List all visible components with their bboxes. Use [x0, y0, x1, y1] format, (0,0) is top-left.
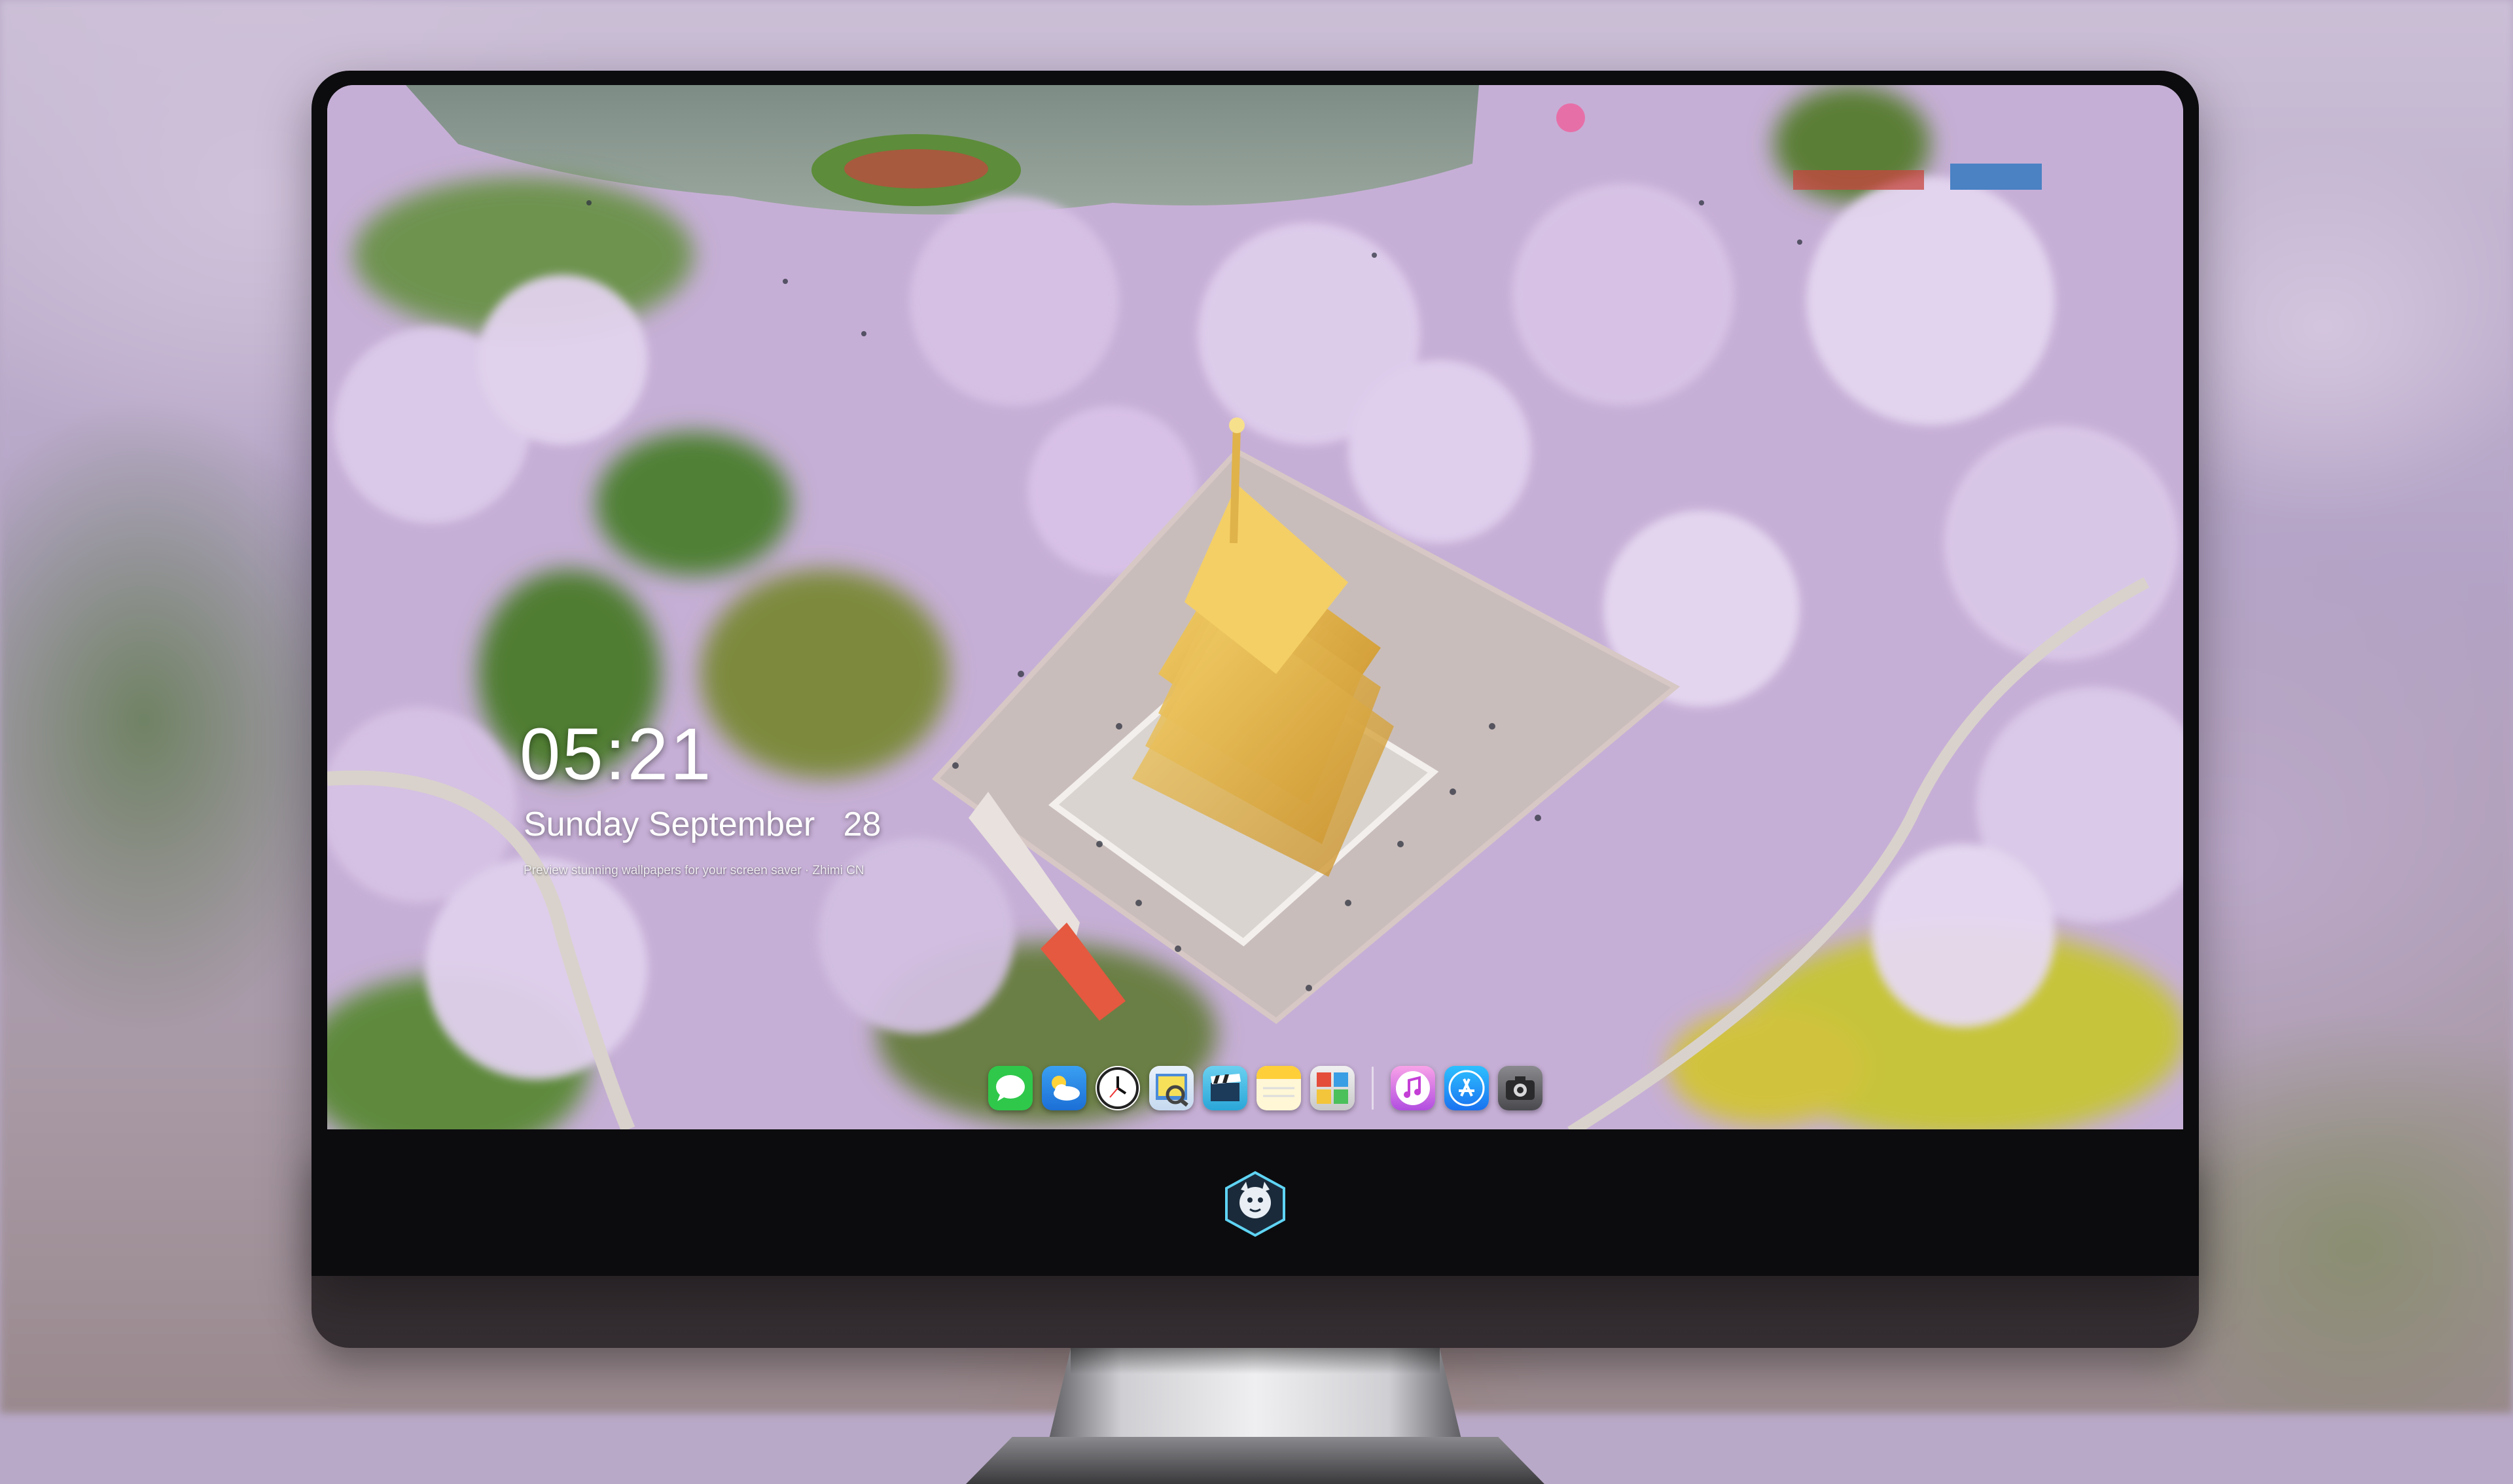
photo-booth-icon[interactable] [1310, 1066, 1355, 1110]
dock-divider [1372, 1067, 1374, 1110]
clips-icon[interactable] [1203, 1066, 1247, 1110]
notes-icon[interactable] [1256, 1066, 1301, 1110]
clock-icon[interactable] [1096, 1066, 1140, 1110]
monitor-stand-shadow [1071, 1348, 1440, 1374]
lock-screen-date: Sunday September 28 [524, 805, 882, 843]
monitor: 05:21 Sunday September 28 Preview stunni… [312, 71, 2199, 1484]
lock-screen-hint: Preview stunning wallpapers for your scr… [524, 864, 864, 877]
messages-icon[interactable] [988, 1066, 1033, 1110]
weather-icon[interactable] [1042, 1066, 1086, 1110]
screenshot-icon[interactable] [1498, 1066, 1542, 1110]
brand-logo-icon [1225, 1171, 1285, 1237]
lock-screen-time: 05:21 [520, 713, 713, 795]
preview-icon[interactable] [1149, 1066, 1194, 1110]
dock [975, 1053, 1556, 1123]
app-store-icon[interactable] [1444, 1066, 1489, 1110]
itunes-icon[interactable] [1391, 1066, 1435, 1110]
wallpaper-image [327, 85, 2183, 1129]
screen: 05:21 Sunday September 28 Preview stunni… [327, 85, 2183, 1129]
monitor-stand-foot [966, 1437, 1544, 1484]
